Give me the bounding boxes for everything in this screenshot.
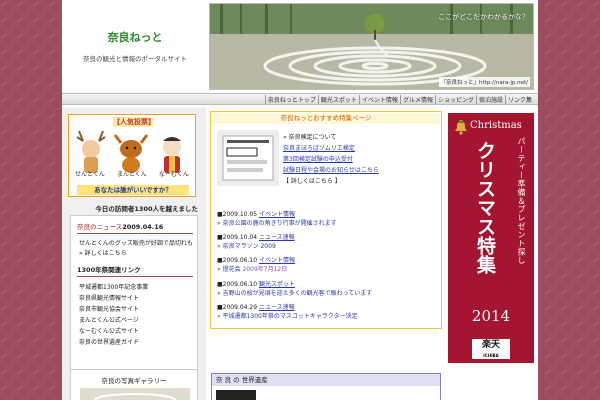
photo-gallery-box: 奈良の写真ギャラリー xyxy=(70,369,198,400)
link-item[interactable]: 奈良市観光協会サイト xyxy=(79,304,139,313)
hero-credit: 「奈良ねっと」http://nara-jp.net/ xyxy=(438,77,530,87)
hero-caption: ここがどこだかわかるかな？ xyxy=(438,13,529,21)
main-content: 奈良ねっとおすすめ特集ページ » 奈良検定について 奈良まほろばソムリエ検定 第… xyxy=(208,107,444,400)
left-sidebar: 【人気投票】 せんとくん まんとくん なーむくん あなたは誰がいいですか？ 今日… xyxy=(62,107,206,400)
entry-link[interactable]: » 燈花会 xyxy=(217,266,241,273)
ad-main-title: クリスマス特集 xyxy=(474,141,496,274)
news-more-link[interactable]: » 詳しくはこちら xyxy=(79,248,127,257)
bell-icon xyxy=(455,120,467,135)
exam-ticket-icon[interactable] xyxy=(217,130,279,186)
ad-subtitle: パーティー準備＆プレゼント探し xyxy=(517,137,526,265)
feature-link[interactable]: 試験日程や会場のお知らせはこちら xyxy=(283,165,379,174)
entry-date: ■2009.04.29 ニュース速報 xyxy=(217,304,295,311)
vote-banner[interactable]: 【人気投票】 せんとくん まんとくん なーむくん あなたは誰がいいですか？ xyxy=(68,114,196,197)
entry-date: ■2009.10.04 ニュース速報 xyxy=(217,234,295,241)
christmas-ad-banner[interactable]: Christmas パーティー準備＆プレゼント探し クリスマス特集 2014 楽… xyxy=(448,113,534,363)
entry-category[interactable]: イベント情報 xyxy=(259,211,295,218)
vote-question[interactable]: あなたは誰がいいですか？ xyxy=(77,185,189,195)
feature-link[interactable]: 第3回検定試験の申込受付 xyxy=(283,154,353,163)
entry-subtext: 2009年7月12日 xyxy=(242,266,288,273)
nav-item-home[interactable]: 奈良ねっとトップ xyxy=(264,94,318,104)
site-title[interactable]: 奈良ねっと xyxy=(108,29,163,45)
news-heading: 奈良のニュース2009.04.16 xyxy=(77,221,193,234)
rakuten-logo: 楽天 ICHIBA xyxy=(472,339,510,359)
link-item[interactable]: なーむくん公式サイト xyxy=(79,326,139,335)
entry-date: ■2009.06.10 イベント情報 xyxy=(217,257,295,264)
link-item[interactable]: 奈良の世界遺産ガイド xyxy=(79,337,139,346)
entry-category[interactable]: ニュース速報 xyxy=(259,304,295,311)
entry-category[interactable]: イベント情報 xyxy=(259,257,295,264)
hero-image: ここがどこだかわかるかな？ 「奈良ねっと」http://nara-jp.net/ xyxy=(209,3,534,90)
ad-header: Christmas xyxy=(470,120,522,131)
nav-item-hotels[interactable]: 宿泊施設 xyxy=(475,94,505,104)
links-section-title: 1300年祭関連リンク xyxy=(77,264,193,277)
link-item[interactable]: 平城遷都1300年記念事業 xyxy=(79,282,148,291)
character-name: まんとくん xyxy=(116,171,147,178)
nav-item-gourmet[interactable]: グルメ情報 xyxy=(399,94,435,104)
photo-gallery-title: 奈良の写真ギャラリー xyxy=(101,377,167,385)
world-heritage-title: 奈 良 の 世界遺産 xyxy=(212,374,440,386)
brand-name: 楽天 xyxy=(481,340,500,350)
news-date: 2009.04.16 xyxy=(122,223,164,231)
news-box: 奈良のニュース2009.04.16 せんとくんのグッズ販売が好調で品切れも » … xyxy=(70,215,198,385)
news-text: せんとくんのグッズ販売が好調で品切れも xyxy=(79,240,193,247)
top-nav: 奈良ねっとトップ 観光スポット イベント情報 グルメ情報 ショッピング 宿泊施設… xyxy=(62,93,538,105)
character-name: なーむくん xyxy=(158,171,189,178)
entry-link[interactable]: » 吉野山の桜が見頃を迎え多くの観光客で賑わっています xyxy=(217,288,372,297)
gallery-thumb-icon[interactable] xyxy=(80,388,190,400)
feature-heading: » 奈良検定について xyxy=(283,134,337,141)
nav-item-events[interactable]: イベント情報 xyxy=(358,94,400,104)
character-names: せんとくん まんとくん なーむくん xyxy=(69,169,195,178)
entry-category[interactable]: ニュース速報 xyxy=(259,234,295,241)
feature-box: 奈良ねっとおすすめ特集ページ » 奈良検定について 奈良まほろばソムリエ検定 第… xyxy=(210,111,442,329)
heritage-thumb[interactable] xyxy=(216,390,256,400)
site-subtitle: 奈良の観光と情報のポータルサイト xyxy=(83,55,187,63)
feature-link[interactable]: 奈良まほろばソムリエ検定 xyxy=(283,143,355,152)
entry-category[interactable]: 観光スポット xyxy=(259,281,295,288)
world-heritage-box: 奈 良 の 世界遺産 xyxy=(211,373,441,400)
entry-date: ■2009.10.05 イベント情報 xyxy=(217,211,295,218)
character-name: せんとくん xyxy=(75,171,105,178)
ad-year: 2014 xyxy=(471,307,511,325)
link-item[interactable]: まんとくん公式ページ xyxy=(79,315,139,324)
entry-link-row: » 燈花会 2009年7月12日 xyxy=(217,264,287,273)
entry-date: ■2009.06.10 観光スポット xyxy=(217,281,295,288)
brand-sub: ICHIBA xyxy=(483,353,499,358)
entry-link[interactable]: » 奈良マラソン 2009 xyxy=(217,241,276,250)
entry-link[interactable]: » 奈良公園の鹿の角きり行事が開催されます xyxy=(217,218,337,227)
nav-item-shopping[interactable]: ショッピング xyxy=(434,94,476,104)
visitor-count: 今日の訪問者1300人を越えました xyxy=(95,205,198,213)
site-branding: 奈良ねっと 奈良の観光と情報のポータルサイト xyxy=(62,0,208,92)
right-sidebar: Christmas パーティー準備＆プレゼント探し クリスマス特集 2014 楽… xyxy=(446,107,538,400)
feature-title: 奈良ねっとおすすめ特集ページ xyxy=(212,113,440,124)
feature-more-link[interactable]: 【 詳しくはこちら 】 xyxy=(283,176,341,185)
header: 奈良ねっと 奈良の観光と情報のポータルサイト ここがどこだかわかるかな？ 「奈良… xyxy=(62,0,538,92)
vote-title: 【人気投票】 xyxy=(113,117,155,127)
nav-item-spots[interactable]: 観光スポット xyxy=(317,94,359,104)
entry-link[interactable]: » 平城遷都1300年祭のマスコットキャラクター決定 xyxy=(217,311,358,320)
news-label: 奈良のニュース xyxy=(77,223,123,231)
page: 奈良ねっと 奈良の観光と情報のポータルサイト ここがどこだかわかるかな？ 「奈良… xyxy=(62,0,538,400)
nav-item-links[interactable]: リンク集 xyxy=(504,94,534,104)
link-item[interactable]: 奈良県観光情報サイト xyxy=(79,293,139,302)
